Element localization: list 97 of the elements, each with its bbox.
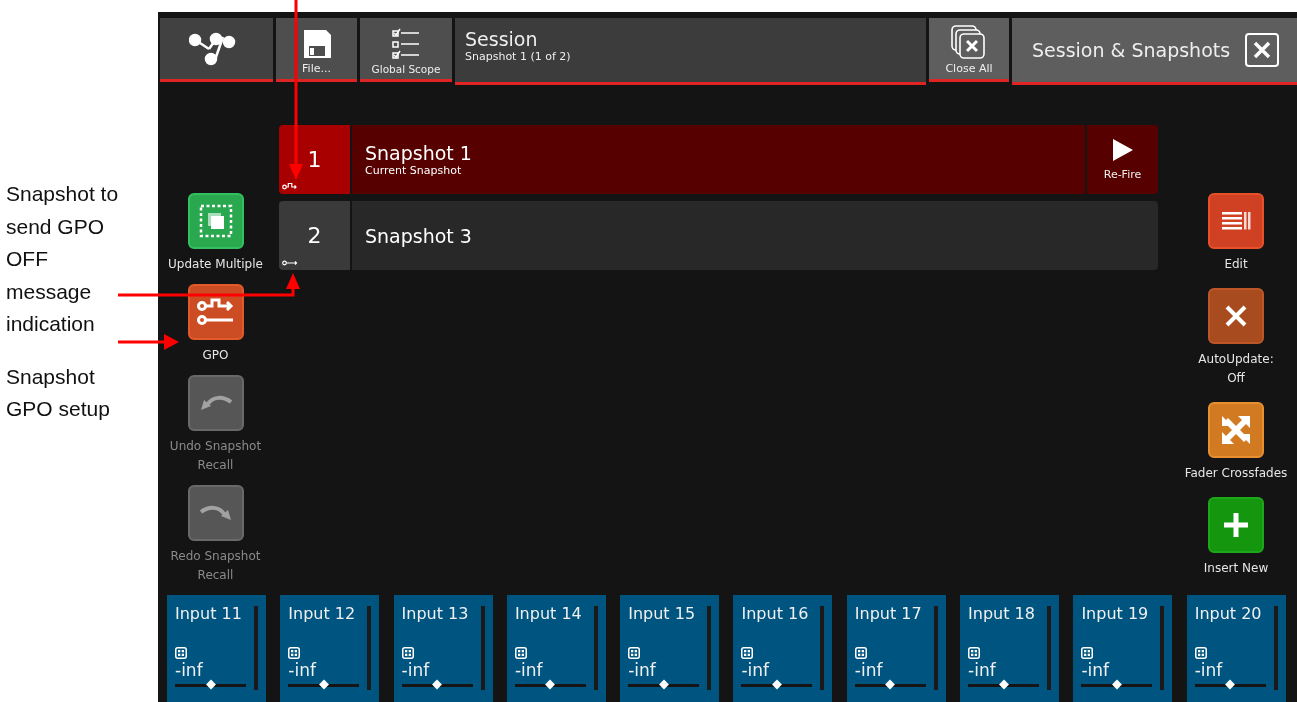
close-button[interactable] [1245, 33, 1279, 67]
session-title: Session [465, 28, 539, 50]
grid-icon [514, 647, 527, 659]
level-reading: -inf [401, 660, 431, 680]
grid-icon [1194, 647, 1207, 659]
channel-name: Input 12 [288, 604, 357, 624]
channel-strip[interactable]: Input 14 -inf [506, 595, 606, 702]
channel-name: Input 16 [741, 604, 810, 624]
autoupdate-button[interactable] [1208, 288, 1264, 344]
snapshot-number: 2 [307, 223, 322, 248]
routing-button[interactable] [160, 18, 273, 82]
level-reading: -inf [741, 660, 771, 680]
button-label: GPO [202, 347, 229, 364]
grid-icon [628, 647, 641, 659]
grid-icon [175, 647, 187, 659]
level-reading: -inf [628, 660, 657, 680]
grid-icon [741, 647, 754, 659]
redo-arrow-icon [198, 503, 233, 523]
channel-name: Input 18 [968, 604, 1036, 624]
update-button[interactable] [187, 193, 244, 249]
snapshot-row[interactable]: 1 Snapshot 1 Current Snapshot Re-Fire [279, 125, 1158, 194]
channel-strip[interactable]: Input 11 -inf [167, 595, 266, 702]
cross-icon [1224, 304, 1248, 328]
channel-strip[interactable]: Input 20 -inf [1186, 595, 1286, 702]
gpo-button[interactable] [187, 284, 244, 340]
annotation-text: Snapshot GPO setup [6, 363, 111, 422]
button-label: Undo Snapshot Recall [168, 438, 263, 474]
snapshot-number: 1 [307, 147, 322, 172]
grid-icon [968, 647, 981, 659]
level-reading: -inf [1194, 660, 1224, 680]
button-label: Redo Snapshot Recall [169, 548, 262, 584]
level-reading: -inf [968, 660, 997, 680]
fader-thumb[interactable] [545, 679, 556, 689]
close-icon [1253, 41, 1271, 59]
grid-icon [854, 647, 867, 659]
fader-thumb[interactable] [772, 679, 782, 689]
snapshot-name: Snapshot 3 [365, 224, 473, 247]
channel-strip[interactable]: Input 18 -inf [960, 595, 1060, 702]
channel-name: Input 13 [401, 604, 470, 624]
channel-name: Input 15 [628, 604, 697, 624]
grid-icon [288, 647, 301, 659]
channel-strip[interactable]: Input 16 -inf [733, 595, 833, 702]
edit-button[interactable] [1208, 193, 1264, 249]
channel-name: Input 17 [854, 604, 923, 624]
crossfade-button[interactable] [1208, 402, 1264, 458]
fader-thumb[interactable] [1111, 679, 1122, 689]
layers-icon [198, 204, 233, 238]
level-reading: -inf [288, 660, 318, 680]
fader-thumb[interactable] [318, 679, 329, 689]
switch-signal-icon [196, 297, 235, 327]
undo-arrow-icon [198, 393, 233, 413]
play-icon [1111, 138, 1134, 162]
panel-title: Session & Snapshots [1032, 39, 1231, 61]
channel-strip[interactable]: Input 19 -inf [1073, 595, 1173, 702]
button-label: Update Multiple [168, 256, 263, 273]
channel-strip[interactable]: Input 15 -inf [620, 595, 720, 702]
fader-thumb[interactable] [998, 679, 1009, 689]
level-reading: -inf [175, 660, 204, 680]
refire-button[interactable]: Re-Fire [1087, 125, 1158, 194]
fader-thumb[interactable] [885, 679, 896, 689]
grid-icon [401, 647, 414, 659]
channel-name: Input 11 [175, 604, 243, 624]
button-label: Fader Crossfades [1184, 465, 1288, 482]
button-label: AutoUpdate: Off [1197, 351, 1275, 387]
channel-strip[interactable]: Input 12 -inf [280, 595, 380, 702]
level-reading: -inf [854, 660, 884, 680]
grid-icon [1081, 647, 1094, 659]
session-subtitle: Snapshot 1 (1 of 2) [465, 50, 572, 63]
close-all-button[interactable]: Close All [929, 18, 1009, 82]
fader-thumb[interactable] [658, 679, 669, 689]
channel-name: Input 19 [1081, 604, 1150, 624]
global-scope-button[interactable]: Global Scope [360, 18, 452, 82]
level-reading: -inf [514, 660, 544, 680]
level-reading: -inf [1081, 660, 1111, 680]
fader-thumb[interactable] [1225, 679, 1236, 689]
snapshot-name: Snapshot 1 [365, 142, 473, 164]
file-button[interactable]: File... [276, 18, 357, 82]
plus-icon [1222, 511, 1250, 539]
channel-strip[interactable]: Input 13 -inf [393, 595, 493, 702]
snapshot-row[interactable]: 2 Snapshot 3 [279, 201, 1158, 270]
channel-name: Input 14 [514, 604, 583, 624]
crossing-arrows-icon [1220, 414, 1252, 446]
checklist-icon [391, 27, 421, 61]
channel-name: Input 20 [1194, 604, 1263, 624]
button-label: Insert New [1203, 560, 1269, 577]
button-label: Edit [1224, 256, 1248, 273]
fader-thumb[interactable] [432, 679, 443, 689]
channel-strip[interactable]: Input 17 -inf [846, 595, 946, 702]
gpo-on-icon [282, 182, 298, 190]
annotation-text: Snapshot to send GPO OFF message indication [6, 181, 120, 337]
list-icon [1221, 210, 1251, 232]
snapshot-status: Current Snapshot [365, 164, 463, 177]
fader-thumb[interactable] [205, 679, 216, 689]
gpo-off-icon [282, 260, 298, 266]
stacked-close-icon [950, 24, 988, 60]
annotation-arrow [118, 334, 179, 350]
insert-button[interactable] [1208, 497, 1264, 553]
